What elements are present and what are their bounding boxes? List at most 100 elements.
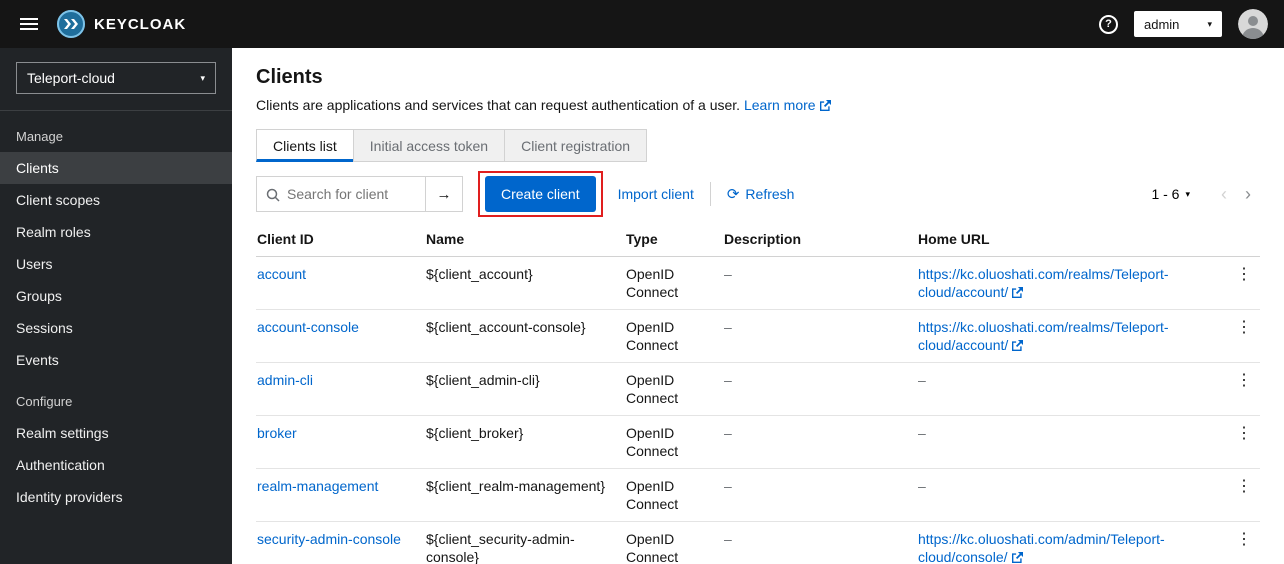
nav-list: Realm settings Authentication Identity pro… <box>0 417 232 513</box>
external-link-icon <box>819 100 831 111</box>
tab-bar: Clients list Initial access token Client… <box>256 129 1260 162</box>
nav-section: Configure Realm settings Authentication Id… <box>0 376 232 513</box>
previous-page-button[interactable]: ‹ <box>1212 185 1236 203</box>
external-link-icon <box>1012 287 1024 298</box>
avatar-icon <box>1238 9 1268 39</box>
sidebar-item-realm-settings[interactable]: Realm settings <box>0 417 232 449</box>
help-icon[interactable]: ? <box>1099 14 1118 34</box>
client-type: OpenID Connect <box>618 521 716 564</box>
nav-section: Manage Clients Client scopes Realm roles Us… <box>0 111 232 376</box>
column-header-actions <box>1220 222 1260 257</box>
client-type: OpenID Connect <box>618 362 716 416</box>
refresh-link[interactable]: ⟳ Refresh <box>727 186 795 202</box>
brand-text: KEYCLOAK <box>94 15 187 33</box>
chevron-down-icon: ▾ <box>200 72 205 83</box>
sidebar-item-authentication[interactable]: Authentication <box>0 449 232 481</box>
pagination-top: 1 - 6 ▾ ‹ › <box>1145 185 1260 203</box>
nav-section-title: Manage <box>16 129 63 144</box>
tab-initial-access-token[interactable]: Initial access token <box>352 129 506 162</box>
kebab-menu-button[interactable]: ⋮ <box>1228 424 1260 444</box>
sidebar-item-events[interactable]: Events <box>0 344 232 376</box>
client-id-link[interactable]: broker <box>257 425 297 441</box>
nav-list: Clients Client scopes Realm roles Users Grou… <box>0 152 232 376</box>
search-submit-button[interactable]: → <box>425 176 463 212</box>
client-description: – <box>716 362 910 416</box>
client-id-link[interactable]: account-console <box>257 319 359 335</box>
import-client-link[interactable]: Import client <box>618 186 694 202</box>
nav-toggle-button[interactable] <box>16 11 42 37</box>
sidebar-item-client-scopes[interactable]: Client scopes <box>0 184 232 216</box>
sidebar-item-users[interactable]: Users <box>0 248 232 280</box>
chevron-down-icon: ▾ <box>1207 18 1212 29</box>
kebab-menu-button[interactable]: ⋮ <box>1228 530 1260 550</box>
client-type: OpenID Connect <box>618 256 716 310</box>
sidebar-item-sessions[interactable]: Sessions <box>0 312 232 344</box>
arrow-right-icon: → <box>436 185 452 203</box>
client-type: OpenID Connect <box>618 415 716 469</box>
search-icon <box>266 188 280 202</box>
client-id-link[interactable]: admin-cli <box>257 372 313 388</box>
external-link-icon <box>1012 340 1024 351</box>
realm-selector[interactable]: Teleport-cloud ▾ <box>16 62 216 94</box>
table-row: broker ${client_broker} OpenID Connect –… <box>256 415 1260 469</box>
search-field <box>256 176 426 212</box>
sidebar-item-identity-providers[interactable]: Identity providers <box>0 481 232 513</box>
page-subtitle: Clients are applications and services th… <box>256 97 1260 113</box>
realm-selector-block: Teleport-cloud ▾ <box>0 48 232 111</box>
tab-clients-list[interactable]: Clients list <box>256 129 354 162</box>
client-description: – <box>716 468 910 522</box>
divider <box>709 182 711 206</box>
avatar[interactable] <box>1238 9 1268 39</box>
client-id-link[interactable]: account <box>257 266 306 282</box>
masthead-right: ? admin ▾ <box>1099 9 1268 39</box>
refresh-icon: ⟳ <box>726 185 740 203</box>
tab-client-registration[interactable]: Client registration <box>504 129 648 162</box>
sidebar-item-groups[interactable]: Groups <box>0 280 232 312</box>
home-url-empty: – <box>918 372 926 388</box>
table-row: realm-management ${client_realm-manageme… <box>256 468 1260 522</box>
home-url-link[interactable]: https://kc.oluoshati.com/realms/Teleport… <box>918 319 1169 353</box>
client-name: ${client_security-admin-console} <box>418 521 618 564</box>
kebab-menu-button[interactable]: ⋮ <box>1228 265 1260 285</box>
sidebar-item-clients[interactable]: Clients <box>0 152 232 184</box>
home-url-empty: – <box>918 425 926 441</box>
client-description: – <box>716 256 910 310</box>
client-name: ${client_account} <box>418 256 618 310</box>
main-content: Clients Clients are applications and ser… <box>232 48 1284 564</box>
kebab-menu-button[interactable]: ⋮ <box>1228 477 1260 497</box>
table-header-row: Client ID Name Type Description Home URL <box>256 222 1260 257</box>
realm-selector-label: Teleport-cloud <box>27 70 115 86</box>
client-id-link[interactable]: realm-management <box>257 478 378 494</box>
keycloak-logo: KEYCLOAK <box>56 9 186 39</box>
column-header-home-url: Home URL <box>910 222 1220 257</box>
create-client-wrap: Create client <box>478 171 603 217</box>
column-header-name: Name <box>418 222 618 257</box>
client-name: ${client_admin-cli} <box>418 362 618 416</box>
sidebar-item-realm-roles[interactable]: Realm roles <box>0 216 232 248</box>
client-search-input[interactable] <box>257 177 425 211</box>
kebab-menu-button[interactable]: ⋮ <box>1228 318 1260 338</box>
client-type: OpenID Connect <box>618 468 716 522</box>
client-description: – <box>716 309 910 363</box>
nav-section-title: Configure <box>16 394 73 409</box>
column-header-description: Description <box>716 222 910 257</box>
sidebar: Teleport-cloud ▾ Manage Clients Client sc… <box>0 48 232 564</box>
home-url-link[interactable]: https://kc.oluoshati.com/admin/Teleport-… <box>918 531 1165 564</box>
chevron-down-icon: ▾ <box>1185 188 1190 199</box>
home-url-link[interactable]: https://kc.oluoshati.com/realms/Teleport… <box>918 266 1169 300</box>
table-row: admin-cli ${client_admin-cli} OpenID Con… <box>256 362 1260 416</box>
client-id-link[interactable]: security-admin-console <box>257 531 401 547</box>
user-menu-button[interactable]: admin ▾ <box>1134 11 1222 37</box>
create-client-button[interactable]: Create client <box>485 176 596 212</box>
masthead: KEYCLOAK ? admin ▾ <box>0 0 1284 48</box>
client-type: OpenID Connect <box>618 309 716 363</box>
clients-table-body: account ${client_account} OpenID Connect… <box>256 256 1260 564</box>
pagination-range-button[interactable]: 1 - 6 ▾ <box>1145 185 1196 203</box>
user-menu-label: admin <box>1144 16 1180 32</box>
table-row: account ${client_account} OpenID Connect… <box>256 256 1260 310</box>
kebab-menu-button[interactable]: ⋮ <box>1228 371 1260 391</box>
client-name: ${client_realm-management} <box>418 468 618 522</box>
page-title: Clients <box>256 66 323 88</box>
next-page-button[interactable]: › <box>1236 185 1260 203</box>
learn-more-link[interactable]: Learn more <box>744 97 831 113</box>
